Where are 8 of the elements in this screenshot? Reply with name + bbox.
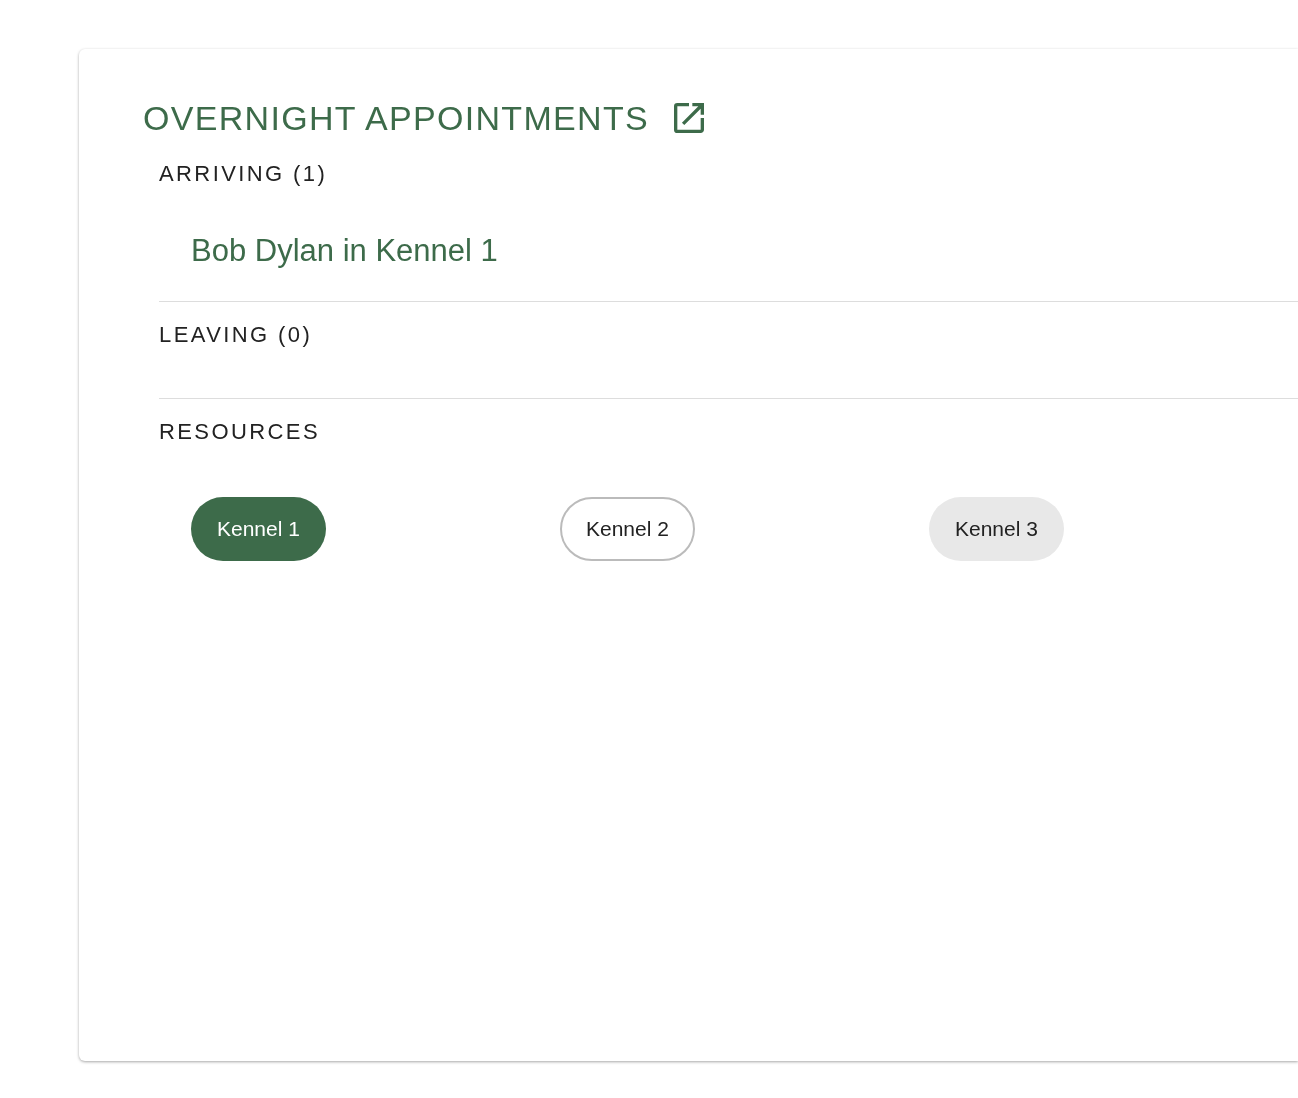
resource-chip[interactable]: Kennel 1 — [191, 497, 326, 561]
resource-chip[interactable]: Kennel 2 — [560, 497, 695, 561]
section-heading: RESOURCES — [159, 418, 321, 446]
appointment-link[interactable]: Bob Dylan in Kennel 1 — [191, 231, 1298, 271]
section-heading: ARRIVING (1) — [159, 160, 329, 188]
section-heading: LEAVING (0) — [159, 321, 314, 349]
card-title: OVERNIGHT APPOINTMENTS — [143, 98, 649, 138]
resource-chip[interactable]: Kennel 3 — [929, 497, 1064, 561]
